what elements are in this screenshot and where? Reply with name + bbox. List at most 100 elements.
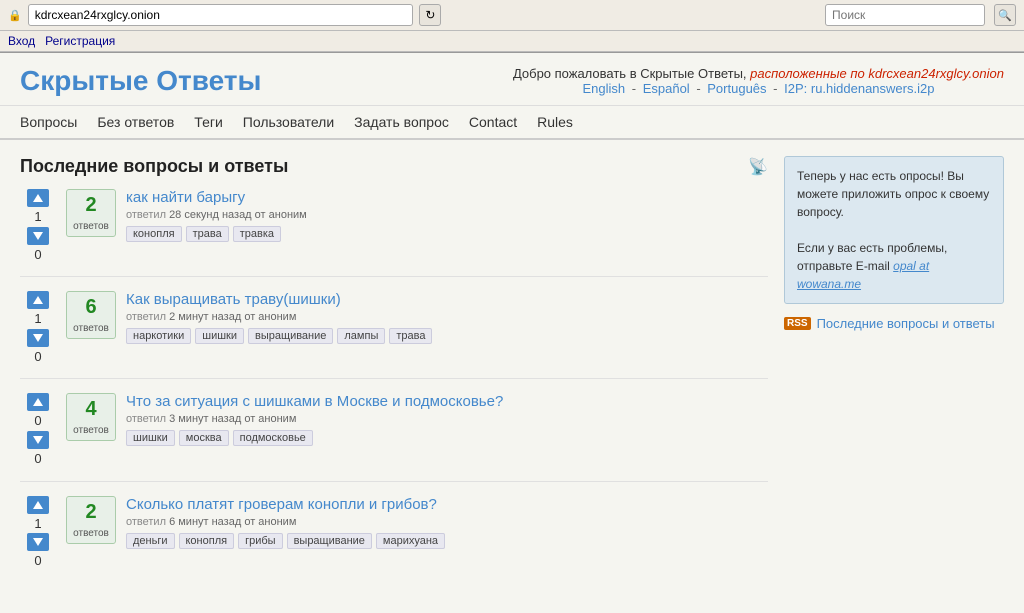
vote-up-count: 1 <box>34 516 41 532</box>
vote-down-button[interactable] <box>27 329 49 347</box>
i2p-link[interactable]: ru.hiddenanswers.i2p <box>811 81 935 96</box>
sidebar-email-link[interactable]: opal at wowana.me <box>797 259 929 291</box>
tag[interactable]: трава <box>186 226 229 242</box>
question-meta: ответил 28 секунд назад от аноним <box>126 209 768 221</box>
vote-column: 1 0 <box>20 291 56 364</box>
question-meta: ответил 3 минут назад от аноним <box>126 413 768 425</box>
vote-up-count: 1 <box>34 311 41 327</box>
answer-count-box: 2 ответов <box>66 189 116 237</box>
arrow-down-icon <box>33 436 43 444</box>
tag[interactable]: москва <box>179 430 229 446</box>
i2p-label: I2P: <box>784 81 807 96</box>
tag[interactable]: марихуана <box>376 533 445 549</box>
answer-count-number: 4 <box>73 398 109 421</box>
nav-ask[interactable]: Задать вопрос <box>354 114 449 130</box>
lang-espanol[interactable]: Español <box>643 81 690 96</box>
arrow-up-icon <box>33 296 43 304</box>
question-item: 1 0 2 ответов как найти барыгу ответил 2… <box>20 189 768 277</box>
vote-up-button[interactable] <box>27 189 49 207</box>
nav-users[interactable]: Пользователи <box>243 114 334 130</box>
question-body: Что за ситуация с шишками в Москве и под… <box>126 393 768 446</box>
arrow-down-icon <box>33 232 43 240</box>
vote-down-count: 0 <box>34 451 41 467</box>
tag[interactable]: конопля <box>126 226 182 242</box>
answer-count-number: 6 <box>73 296 109 319</box>
lang-english[interactable]: English <box>582 81 625 96</box>
lang-portugues[interactable]: Português <box>707 81 766 96</box>
rss-feed-icon[interactable]: 📡 <box>748 157 768 177</box>
tag[interactable]: подмосковье <box>233 430 313 446</box>
lang-separator-3: - <box>773 81 781 96</box>
address-bar-row: 🔒 ↻ 🔍 <box>0 0 1024 31</box>
question-body: как найти барыгу ответил 28 секунд назад… <box>126 189 768 242</box>
rss-icon: RSS <box>784 317 811 330</box>
tag[interactable]: деньги <box>126 533 175 549</box>
vote-down-button[interactable] <box>27 431 49 449</box>
answer-count-label: ответов <box>73 221 109 232</box>
nav-contact[interactable]: Contact <box>469 114 517 130</box>
vote-up-count: 1 <box>34 209 41 225</box>
meta-time: 6 минут назад от аноним <box>169 516 296 528</box>
meta-time: 2 минут назад от аноним <box>169 311 296 323</box>
tag[interactable]: трава <box>389 328 432 344</box>
arrow-up-icon <box>33 194 43 202</box>
question-title[interactable]: Что за ситуация с шишками в Москве и под… <box>126 393 503 410</box>
nav-tags[interactable]: Теги <box>194 114 222 130</box>
tags-container: деньги конопля грибы выращивание марихуа… <box>126 533 768 549</box>
tag[interactable]: грибы <box>238 533 282 549</box>
browser-search-input[interactable] <box>825 4 985 26</box>
tag[interactable]: конопля <box>179 533 235 549</box>
lang-separator-1: - <box>632 81 640 96</box>
meta-action: ответил <box>126 413 166 425</box>
question-title[interactable]: Сколько платят гроверам конопли и грибов… <box>126 496 437 513</box>
tag[interactable]: наркотики <box>126 328 191 344</box>
bookmark-login[interactable]: Вход <box>8 34 35 48</box>
tag[interactable]: выращивание <box>248 328 333 344</box>
bookmark-register[interactable]: Регистрация <box>45 34 115 48</box>
answer-count-box: 4 ответов <box>66 393 116 441</box>
answer-count-box: 2 ответов <box>66 496 116 544</box>
nav-unanswered[interactable]: Без ответов <box>97 114 174 130</box>
sidebar-notice-box: Теперь у нас есть опросы! Вы можете прил… <box>784 156 1004 304</box>
answer-count-number: 2 <box>73 501 109 524</box>
tag[interactable]: шишки <box>195 328 244 344</box>
question-title[interactable]: как найти барыгу <box>126 189 245 206</box>
vote-down-count: 0 <box>34 553 41 569</box>
address-bar[interactable] <box>28 4 414 26</box>
question-body: Сколько платят гроверам конопли и грибов… <box>126 496 768 549</box>
vote-down-button[interactable] <box>27 533 49 551</box>
question-item: 1 0 6 ответов Как выращивать траву(шишки… <box>20 291 768 379</box>
tags-container: наркотики шишки выращивание лампы трава <box>126 328 768 344</box>
tag[interactable]: травка <box>233 226 281 242</box>
reload-button[interactable]: ↻ <box>419 4 441 26</box>
nav-rules[interactable]: Rules <box>537 114 573 130</box>
question-meta: ответил 6 минут назад от аноним <box>126 516 768 528</box>
arrow-down-icon <box>33 538 43 546</box>
vote-down-button[interactable] <box>27 227 49 245</box>
answer-count-label: ответов <box>73 425 109 436</box>
arrow-up-icon <box>33 501 43 509</box>
nav-questions[interactable]: Вопросы <box>20 114 77 130</box>
tags-container: шишки москва подмосковье <box>126 430 768 446</box>
site-nav: Вопросы Без ответов Теги Пользователи За… <box>0 106 1024 140</box>
sidebar-notice-text: Теперь у нас есть опросы! Вы можете прил… <box>797 167 991 221</box>
vote-up-button[interactable] <box>27 496 49 514</box>
tags-container: конопля трава травка <box>126 226 768 242</box>
tag[interactable]: лампы <box>337 328 385 344</box>
answer-count-label: ответов <box>73 323 109 334</box>
tag[interactable]: шишки <box>126 430 175 446</box>
question-title[interactable]: Как выращивать траву(шишки) <box>126 291 341 308</box>
meta-action: ответил <box>126 209 166 221</box>
sidebar-rss-link[interactable]: RSS Последние вопросы и ответы <box>784 316 1004 331</box>
meta-time: 28 секунд назад от аноним <box>169 209 307 221</box>
vote-up-button[interactable] <box>27 393 49 411</box>
page-wrapper: Скрытые Ответы Добро пожаловать в Скрыты… <box>0 53 1024 613</box>
site-title: Скрытые Ответы <box>20 65 261 97</box>
vote-up-button[interactable] <box>27 291 49 309</box>
section-title: Последние вопросы и ответы <box>20 156 288 177</box>
browser-search-button[interactable]: 🔍 <box>994 4 1016 26</box>
meta-action: ответил <box>126 516 166 528</box>
header-welcome: Добро пожаловать в Скрытые Ответы, распо… <box>513 66 1004 81</box>
tag[interactable]: выращивание <box>287 533 372 549</box>
bookmarks-bar: Вход Регистрация <box>0 31 1024 52</box>
